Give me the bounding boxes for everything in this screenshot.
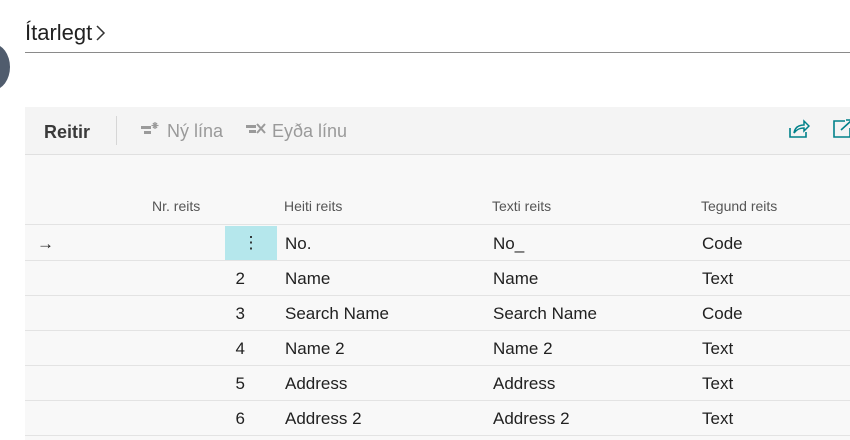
field-type-cell[interactable]: Text (702, 269, 733, 289)
table-row[interactable]: 2 Name Name Text (25, 261, 850, 296)
field-no-cell[interactable]: 3 (236, 304, 245, 324)
column-header-field-name[interactable]: Heiti reits (284, 198, 342, 214)
new-line-icon (140, 120, 162, 143)
side-avatar (0, 44, 10, 90)
field-caption-cell[interactable]: Address 2 (493, 409, 570, 429)
vertical-ellipsis-icon: ⋮ (242, 233, 260, 252)
field-name-cell[interactable]: Address 2 (285, 409, 362, 429)
field-no-cell[interactable]: 4 (236, 339, 245, 359)
share-button[interactable] (787, 118, 811, 144)
field-type-cell[interactable]: Code (702, 234, 743, 254)
new-line-button[interactable]: Ný lína (140, 120, 223, 143)
chevron-right-icon (94, 23, 108, 43)
field-type-cell[interactable]: Code (702, 304, 743, 324)
field-no-cell[interactable]: 5 (236, 374, 245, 394)
field-caption-cell[interactable]: Name (493, 269, 538, 289)
table-row[interactable]: 3 Search Name Search Name Code (25, 296, 850, 331)
delete-line-button[interactable]: Eyða línu (245, 120, 347, 143)
field-caption-cell[interactable]: No_ (493, 234, 524, 254)
table-row[interactable]: 5 Address Address Text (25, 366, 850, 401)
field-type-cell[interactable]: Text (702, 339, 733, 359)
new-line-label: Ný lína (167, 121, 224, 141)
field-name-cell[interactable]: Address (285, 374, 347, 394)
share-icon (788, 118, 811, 144)
field-type-cell[interactable]: Text (702, 409, 733, 429)
toolbar-divider (116, 116, 117, 145)
column-header-field-type[interactable]: Tegund reits (701, 198, 777, 214)
open-new-window-button[interactable] (831, 118, 850, 144)
field-no-cell[interactable]: 6 (236, 409, 245, 429)
current-row-arrow-icon: → (37, 234, 54, 253)
field-caption-cell[interactable]: Name 2 (493, 339, 553, 359)
table-row[interactable]: 6 Address 2 Address 2 Text (25, 401, 850, 436)
field-type-cell[interactable]: Text (702, 374, 733, 394)
column-header-field-caption[interactable]: Texti reits (492, 198, 551, 214)
field-name-cell[interactable]: Search Name (285, 304, 389, 324)
field-name-cell[interactable]: Name 2 (285, 339, 345, 359)
field-no-cell[interactable]: 2 (236, 269, 245, 289)
field-caption-cell[interactable]: Search Name (493, 304, 597, 324)
row-actions-menu-button[interactable]: ⋮ (225, 226, 277, 260)
delete-line-label: Eyða línu (272, 121, 348, 141)
page-header: Ítarlegt (25, 18, 850, 53)
table-header: Nr. reits Heiti reits Texti reits Tegund… (25, 195, 850, 225)
field-name-cell[interactable]: Name (285, 269, 330, 289)
fields-toolbar: Reitir Ný lína Eyða línu (25, 107, 850, 155)
column-header-field-no[interactable]: Nr. reits (152, 198, 200, 214)
page-title[interactable]: Ítarlegt (25, 20, 108, 46)
table-row[interactable]: 4 Name 2 Name 2 Text (25, 331, 850, 366)
field-caption-cell[interactable]: Address (493, 374, 555, 394)
open-new-window-icon (832, 118, 850, 144)
delete-line-icon (245, 120, 267, 143)
fields-grid: Nr. reits Heiti reits Texti reits Tegund… (25, 155, 850, 440)
page-title-label: Ítarlegt (25, 20, 93, 45)
toolbar-title: Reitir (44, 122, 91, 142)
table-row[interactable]: → 1 ⋮ No. No_ Code (25, 226, 850, 261)
field-name-cell[interactable]: No. (285, 234, 311, 254)
